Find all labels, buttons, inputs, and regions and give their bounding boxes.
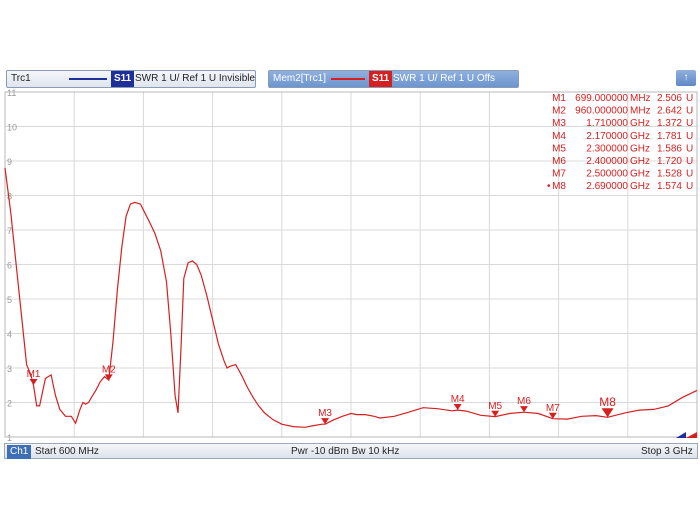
marker-table-freq: 2.400000	[586, 156, 628, 167]
y-tick-label: 7	[7, 226, 12, 236]
marker-table-freq: 960.000000	[575, 106, 628, 117]
stop-frequency: Stop 3 GHz	[641, 446, 693, 457]
marker-table-value: 1.528	[657, 169, 682, 180]
y-tick-label: 10	[7, 123, 17, 133]
marker-table-vunit: U	[686, 169, 693, 180]
marker-table-value: 2.506	[657, 93, 682, 104]
marker-table-label: M7	[552, 169, 566, 180]
marker-table-vunit: U	[686, 143, 693, 154]
marker-label-m1: M1	[27, 369, 41, 380]
marker-table-label: M1	[552, 93, 566, 104]
marker-table-freq: 699.000000	[575, 93, 628, 104]
marker-table-value: 1.574	[657, 181, 682, 192]
marker-table-label: M6	[552, 156, 566, 167]
y-tick-label: 11	[7, 88, 16, 98]
channel-badge[interactable]: Ch1	[7, 445, 32, 459]
marker-table-vunit: U	[686, 118, 693, 129]
start-frequency: Start 600 MHz	[35, 446, 99, 457]
y-tick-label: 2	[7, 399, 12, 409]
marker-table-unit: GHz	[630, 169, 650, 180]
marker-table-label: M5	[552, 143, 566, 154]
marker-table-freq: 2.500000	[586, 169, 628, 180]
y-tick-label: 1	[7, 433, 12, 443]
marker-table-unit: GHz	[630, 118, 650, 129]
marker-table-vunit: U	[686, 93, 693, 104]
marker-table-label: M3	[552, 118, 566, 129]
active-marker-bullet: •	[547, 181, 551, 192]
y-tick-label: 3	[7, 364, 12, 374]
marker-table-vunit: U	[686, 131, 693, 142]
marker-table-value: 1.372	[657, 118, 682, 129]
marker-table-freq: 2.690000	[586, 181, 628, 192]
marker-table-freq: 2.170000	[586, 131, 628, 142]
marker-label-m3: M3	[318, 408, 332, 419]
marker-table-unit: GHz	[630, 156, 650, 167]
marker-table-label: M2	[552, 106, 566, 117]
marker-table-freq: 1.710000	[586, 118, 628, 129]
marker-table-value: 1.781	[657, 131, 682, 142]
marker-label-m4: M4	[451, 394, 465, 405]
marker-table-unit: MHz	[630, 106, 651, 117]
marker-table-label: M4	[552, 131, 566, 142]
marker-table-value: 1.586	[657, 143, 682, 154]
marker-table-vunit: U	[686, 106, 693, 117]
marker-label-m6: M6	[517, 396, 531, 407]
marker-table-unit: GHz	[630, 143, 650, 154]
marker-table-unit: GHz	[630, 131, 650, 142]
y-tick-label: 6	[7, 261, 12, 271]
marker-table-value: 2.642	[657, 106, 682, 117]
marker-table-value: 1.720	[657, 156, 682, 167]
status-footer: Ch1 Start 600 MHz Pwr -10 dBm Bw 10 kHz …	[4, 443, 698, 459]
marker-table-unit: GHz	[630, 181, 650, 192]
marker-label-m7: M7	[546, 403, 560, 414]
power-bandwidth: Pwr -10 dBm Bw 10 kHz	[291, 446, 400, 457]
marker-label-m2: M2	[102, 364, 116, 375]
reference-arrow-blue-icon	[676, 432, 686, 438]
reference-arrow-red-icon	[686, 432, 697, 438]
y-tick-label: 5	[7, 295, 12, 305]
marker-label-m8: M8	[599, 395, 616, 409]
y-tick-label: 4	[7, 330, 12, 340]
marker-table-unit: MHz	[630, 93, 651, 104]
marker-table-label: M8	[552, 181, 566, 192]
marker-table-vunit: U	[686, 181, 693, 192]
marker-table-freq: 2.300000	[586, 143, 628, 154]
y-tick-label: 9	[7, 157, 12, 167]
marker-label-m5: M5	[488, 401, 502, 412]
marker-table-vunit: U	[686, 156, 693, 167]
